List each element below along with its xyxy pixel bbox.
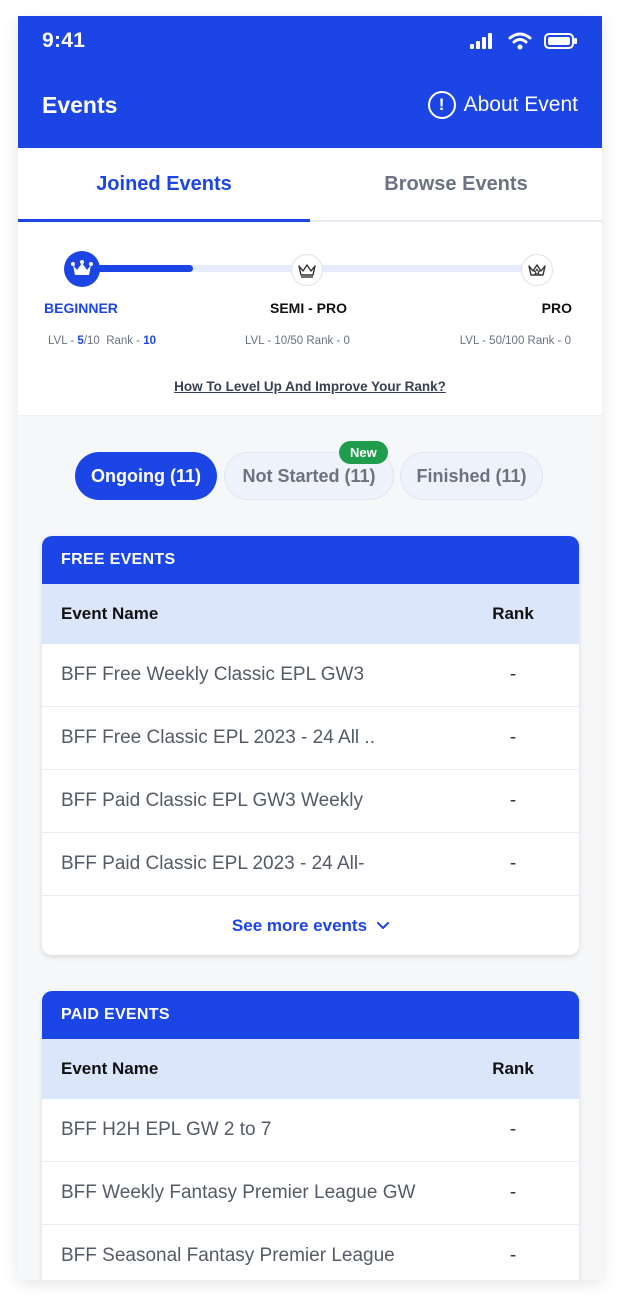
events-tabs: Joined Events Browse Events: [18, 148, 602, 222]
see-more-events-button[interactable]: See more events: [42, 896, 579, 955]
level-name-beginner: BEGINNER: [44, 300, 118, 316]
about-event-label: About Event: [463, 93, 578, 116]
free-events-header-row: Event Name Rank: [42, 584, 579, 644]
event-name: BFF Free Classic EPL 2023 - 24 All ..: [61, 727, 375, 748]
filter-finished[interactable]: Finished (11): [400, 452, 543, 500]
about-event-button[interactable]: ! About Event: [427, 91, 578, 119]
status-icons: [470, 32, 578, 50]
new-badge: New: [339, 441, 388, 464]
page-title: Events: [42, 91, 118, 118]
rank-value: 10: [143, 335, 157, 347]
wifi-icon: [508, 32, 532, 50]
event-rank: -: [509, 664, 517, 685]
status-filters: Ongoing (11) Not Started (11) Finished (…: [18, 416, 602, 536]
event-rank: -: [509, 1245, 517, 1266]
nav-row: Events ! About Event: [18, 66, 602, 144]
tab-browse-events[interactable]: Browse Events: [310, 148, 602, 220]
level-meta-pro: LVL - 50/100 Rank - 0: [459, 335, 571, 347]
column-event-name: Event Name: [61, 604, 159, 623]
column-event-name: Event Name: [61, 1059, 159, 1078]
tab-joined-events[interactable]: Joined Events: [18, 148, 310, 222]
chevron-down-icon: [377, 922, 390, 929]
app-header: 9:41 Events ! About Event: [18, 16, 602, 148]
level-name-semi-pro: SEMI - PRO: [270, 300, 348, 316]
free-events-card: FREE EVENTS Event Name Rank BFF Free Wee…: [42, 536, 579, 955]
level-total: /10: [83, 335, 100, 347]
table-row[interactable]: BFF H2H EPL GW 2 to 7 -: [42, 1099, 579, 1162]
table-row[interactable]: BFF Seasonal Fantasy Premier League -: [42, 1225, 579, 1280]
event-name: BFF Weekly Fantasy Premier League GW: [61, 1182, 416, 1203]
event-rank: -: [509, 727, 517, 748]
rank-label: Rank -: [106, 335, 144, 347]
status-time: 9:41: [42, 29, 86, 52]
free-events-title: FREE EVENTS: [42, 536, 579, 584]
semi-pro-crown-icon: [291, 254, 323, 286]
level-progress-card: BEGINNER SEMI - PRO PRO LVL - 5/10 Rank …: [18, 222, 602, 416]
event-name: BFF H2H EPL GW 2 to 7: [61, 1119, 272, 1140]
filter-ongoing[interactable]: Ongoing (11): [75, 452, 217, 500]
level-up-help-link[interactable]: How To Level Up And Improve Your Rank?: [18, 379, 602, 394]
level-label: LVL -: [48, 335, 78, 347]
level-meta-semi-pro: LVL - 10/50 Rank - 0: [245, 335, 350, 347]
table-row[interactable]: BFF Weekly Fantasy Premier League GW -: [42, 1162, 579, 1225]
battery-icon: [544, 33, 577, 49]
paid-events-header-row: Event Name Rank: [42, 1039, 579, 1099]
app-screen: 9:41 Events ! About Event Joined Events …: [18, 16, 602, 1280]
event-rank: -: [509, 790, 517, 811]
table-row[interactable]: BFF Paid Classic EPL 2023 - 24 All- -: [42, 833, 579, 896]
beginner-crown-icon: [64, 251, 100, 287]
paid-events-card: PAID EVENTS Event Name Rank BFF H2H EPL …: [42, 991, 579, 1280]
status-bar: 9:41: [18, 16, 602, 66]
pro-crown-icon: [521, 254, 553, 286]
event-rank: -: [509, 853, 517, 874]
table-row[interactable]: BFF Free Weekly Classic EPL GW3 -: [42, 644, 579, 707]
level-name-pro: PRO: [541, 300, 572, 316]
signal-icon: [470, 33, 492, 49]
level-meta-beginner: LVL - 5/10 Rank - 10: [48, 335, 156, 347]
table-row[interactable]: BFF Free Classic EPL 2023 - 24 All .. -: [42, 707, 579, 770]
paid-events-title: PAID EVENTS: [42, 991, 579, 1039]
event-rank: -: [509, 1119, 517, 1140]
event-name: BFF Seasonal Fantasy Premier League: [61, 1245, 395, 1266]
info-icon: !: [427, 91, 456, 119]
event-name: BFF Paid Classic EPL GW3 Weekly: [61, 790, 363, 811]
column-rank: Rank: [492, 1059, 534, 1078]
see-more-label: See more events: [231, 916, 368, 935]
table-row[interactable]: BFF Paid Classic EPL GW3 Weekly -: [42, 770, 579, 833]
event-name: BFF Paid Classic EPL 2023 - 24 All-: [61, 853, 365, 874]
event-name: BFF Free Weekly Classic EPL GW3: [61, 664, 365, 685]
column-rank: Rank: [492, 604, 534, 623]
event-rank: -: [509, 1182, 517, 1203]
